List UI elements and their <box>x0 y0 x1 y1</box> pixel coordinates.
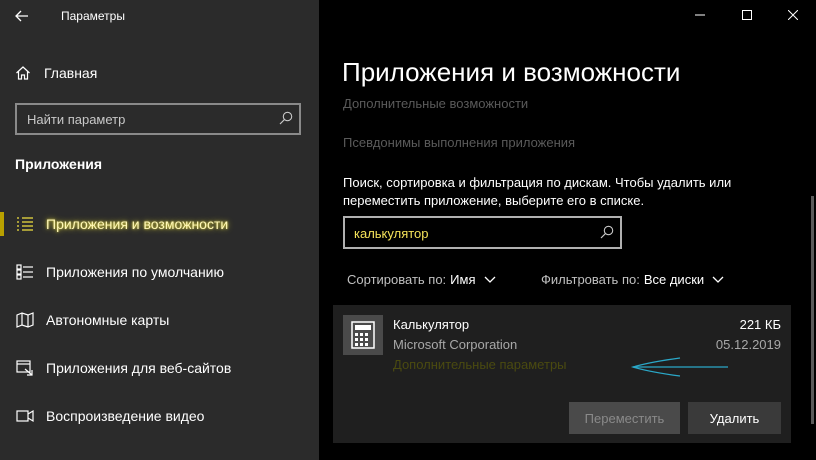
app-search-input[interactable] <box>354 224 584 242</box>
move-button[interactable]: Переместить <box>569 402 680 434</box>
sort-dropdown[interactable]: Сортировать по: Имя <box>347 272 496 287</box>
app-search-box[interactable] <box>343 216 622 249</box>
maximize-icon <box>742 10 752 20</box>
active-indicator <box>0 212 4 236</box>
sidebar-item-label: Автономные карты <box>46 312 170 328</box>
sidebar-item-default-apps[interactable]: Приложения по умолчанию <box>0 252 319 292</box>
default-apps-icon <box>16 264 33 280</box>
offline-maps-icon <box>16 312 34 328</box>
app-publisher: Microsoft Corporation <box>393 337 518 352</box>
calculator-icon <box>343 315 383 355</box>
search-icon[interactable] <box>600 225 614 239</box>
settings-search-input[interactable] <box>27 110 267 128</box>
apps-features-icon <box>17 217 33 231</box>
app-install-date: 05.12.2019 <box>715 337 781 352</box>
app-size: 221 КБ <box>739 317 781 332</box>
scrollbar[interactable] <box>811 196 814 424</box>
sidebar-item-label: Приложения и возможности <box>46 216 229 232</box>
sidebar-item-label: Воспроизведение видео <box>46 408 205 424</box>
chevron-down-icon <box>484 276 495 283</box>
sidebar-item-label: Приложения по умолчанию <box>46 264 224 280</box>
settings-search-box[interactable] <box>15 103 301 135</box>
sidebar-item-apps-features[interactable]: Приложения и возможности <box>0 204 319 244</box>
sidebar-item-offline-maps[interactable]: Автономные карты <box>0 300 319 340</box>
filter-label: Фильтровать по: <box>541 272 640 287</box>
sort-label: Сортировать по: <box>347 272 447 287</box>
optional-features-link[interactable]: Дополнительные возможности <box>343 96 528 111</box>
minimize-button[interactable] <box>677 0 723 30</box>
sidebar-item-apps-for-websites[interactable]: Приложения для веб-сайтов <box>0 348 319 388</box>
sidebar-item-video-playback[interactable]: Воспроизведение видео <box>0 396 319 436</box>
advanced-options-link[interactable]: Дополнительные параметры <box>393 357 567 372</box>
section-title: Приложения <box>15 156 103 172</box>
sidebar: Параметры Главная Приложения Приложения … <box>0 0 319 460</box>
sidebar-item-label: Приложения для веб-сайтов <box>46 360 232 376</box>
uninstall-button[interactable]: Удалить <box>688 402 781 434</box>
description-line: Поиск, сортировка и фильтрация по дискам… <box>343 175 732 190</box>
minimize-icon <box>695 14 705 16</box>
close-button[interactable] <box>770 0 816 30</box>
page-title: Приложения и возможности <box>342 57 681 87</box>
maximize-button[interactable] <box>724 0 770 30</box>
filter-dropdown[interactable]: Фильтровать по: Все диски <box>541 272 724 287</box>
home-icon <box>16 66 30 80</box>
search-icon[interactable] <box>279 111 293 125</box>
window-title: Параметры <box>61 9 125 23</box>
app-execution-aliases-link[interactable]: Псевдонимы выполнения приложения <box>343 135 575 150</box>
app-name: Калькулятор <box>393 317 470 332</box>
description-line: переместить приложение, выберите его в с… <box>343 193 645 208</box>
home-label: Главная <box>44 65 98 81</box>
chevron-down-icon <box>712 276 724 283</box>
home-nav-item[interactable]: Главная <box>15 62 97 84</box>
filter-value: Все диски <box>643 272 705 287</box>
sort-value: Имя <box>450 272 476 287</box>
video-playback-icon <box>16 409 34 423</box>
annotation-arrow-icon <box>630 357 728 377</box>
apps-for-websites-icon <box>16 360 33 376</box>
close-icon <box>788 10 798 20</box>
back-arrow-icon <box>15 10 28 22</box>
description: Поиск, сортировка и фильтрация по дискам… <box>343 174 783 210</box>
back-button[interactable] <box>8 4 36 28</box>
